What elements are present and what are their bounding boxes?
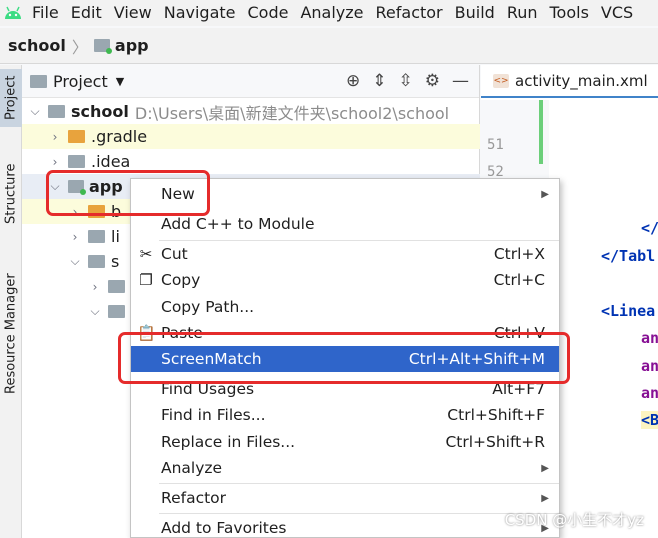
code-line[interactable]: <B <box>641 411 658 429</box>
menu-item-cut[interactable]: ✂ Cut Ctrl+X <box>131 241 559 267</box>
menu-item-label: Find in Files... <box>161 406 266 424</box>
menu-item-refactor[interactable]: Refactor ▶ <box>131 485 559 511</box>
breadcrumb-child[interactable]: app <box>115 36 149 55</box>
gear-icon[interactable]: ⚙ <box>425 71 440 91</box>
collapse-all-icon[interactable]: ⇳ <box>399 71 413 91</box>
line-number: 51 <box>487 137 504 153</box>
project-view-icon <box>30 74 47 88</box>
menu-item-label: Replace in Files... <box>161 433 296 451</box>
menu-item-label: Add C++ to Module <box>161 215 315 233</box>
breadcrumb-root[interactable]: school <box>8 36 66 55</box>
menu-item-label: Cut <box>161 245 188 263</box>
menu-edit[interactable]: Edit <box>65 0 108 26</box>
chevron-down-icon[interactable]: ⌵ <box>28 104 42 119</box>
project-view-label[interactable]: Project <box>53 72 108 91</box>
scissors-icon: ✂ <box>139 245 153 263</box>
folder-icon <box>108 305 125 318</box>
change-marker <box>539 100 543 164</box>
menu-vcs[interactable]: VCS <box>595 0 639 26</box>
chevron-right-icon[interactable]: › <box>48 130 62 144</box>
tree-item-path: D:\Users\桌面\新建文件夹\school2\school <box>134 103 450 123</box>
chevron-down-icon[interactable]: ⌵ <box>68 254 82 269</box>
tool-window-strip: Project Structure Resource Manager <box>0 65 22 538</box>
tab-activity-main[interactable]: <> activity_main.xml <box>481 65 658 98</box>
code-line[interactable]: <Linea <box>601 302 655 320</box>
watermark: CSDN @小生不才yz <box>504 511 644 529</box>
android-icon <box>0 0 26 26</box>
tree-item-school[interactable]: ⌵ school D:\Users\桌面\新建文件夹\school2\schoo… <box>22 99 480 124</box>
submenu-arrow-icon: ▶ <box>541 188 549 200</box>
copy-icon: ❐ <box>139 271 153 289</box>
annotation-box-new <box>46 170 210 216</box>
chevron-down-icon[interactable]: ▼ <box>116 75 124 88</box>
menu-item-label: Copy <box>161 271 201 289</box>
folder-icon <box>68 155 85 168</box>
folder-icon <box>88 255 105 268</box>
menu-item-copy-path[interactable]: Copy Path... <box>131 294 559 320</box>
strip-resource-manager-tab[interactable]: Resource Manager <box>0 271 22 397</box>
breadcrumb: school 〉 app <box>0 28 658 64</box>
xml-file-icon: <> <box>493 73 509 88</box>
chevron-right-icon[interactable]: › <box>68 230 82 244</box>
menu-item-copy[interactable]: ❐ Copy Ctrl+C <box>131 267 559 293</box>
tree-item-label: .idea <box>91 152 131 171</box>
menu-navigate[interactable]: Navigate <box>158 0 242 26</box>
chevron-right-icon[interactable]: › <box>48 155 62 169</box>
strip-project-tab[interactable]: Project <box>0 69 22 127</box>
menu-item-label: Analyze <box>161 459 223 477</box>
code-line[interactable]: </Tabl <box>601 247 655 265</box>
code-line[interactable]: </ <box>641 219 658 237</box>
folder-icon <box>108 280 125 293</box>
expand-all-icon[interactable]: ⇕ <box>372 71 386 91</box>
menu-item-analyze[interactable]: Analyze ▶ <box>131 455 559 481</box>
tree-item-gradle[interactable]: › .gradle <box>22 124 480 149</box>
menu-item-shortcut: Ctrl+X <box>493 245 545 263</box>
chevron-down-icon[interactable]: ⌵ <box>88 304 102 319</box>
menu-item-add-to-favorites[interactable]: Add to Favorites ▶ <box>131 515 559 538</box>
menu-build[interactable]: Build <box>449 0 501 26</box>
project-folder-icon <box>48 105 65 118</box>
menu-run[interactable]: Run <box>501 0 544 26</box>
tree-item-label: s <box>111 252 120 271</box>
tree-item-label: .gradle <box>91 127 148 146</box>
menu-separator <box>159 483 559 484</box>
menu-separator <box>159 513 559 514</box>
chevron-right-icon: 〉 <box>71 37 88 57</box>
menu-item-shortcut: Ctrl+Shift+F <box>447 406 545 424</box>
menu-item-label: Refactor <box>161 489 227 507</box>
chevron-right-icon[interactable]: › <box>88 280 102 294</box>
menu-item-replace-in-files[interactable]: Replace in Files... Ctrl+Shift+R <box>131 429 559 455</box>
tree-item-label: li <box>111 227 120 246</box>
tab-label: activity_main.xml <box>515 71 648 90</box>
module-folder-icon <box>93 39 112 54</box>
minimize-icon[interactable]: — <box>452 71 469 91</box>
menu-item-shortcut: Ctrl+Shift+R <box>445 433 545 451</box>
menu-item-label: Copy Path... <box>161 298 255 316</box>
menu-bar: File Edit View Navigate Code Analyze Ref… <box>0 0 658 26</box>
folder-icon <box>88 230 105 243</box>
submenu-arrow-icon: ▶ <box>541 492 549 504</box>
annotation-box-screenmatch <box>118 332 570 384</box>
code-line[interactable]: an <box>641 357 658 375</box>
tree-item-label: school <box>71 102 129 121</box>
locate-icon[interactable]: ⊕ <box>346 71 360 91</box>
project-panel-header: Project ▼ ⊕ ⇕ ⇳ ⚙ — <box>22 65 479 98</box>
menu-item-label: Add to Favorites <box>161 519 287 537</box>
menu-view[interactable]: View <box>108 0 158 26</box>
menu-item-find-in-files[interactable]: Find in Files... Ctrl+Shift+F <box>131 402 559 428</box>
strip-structure-tab[interactable]: Structure <box>0 161 22 227</box>
menu-tools[interactable]: Tools <box>544 0 595 26</box>
code-line[interactable]: an <box>641 329 658 347</box>
menu-refactor[interactable]: Refactor <box>370 0 449 26</box>
menu-analyze[interactable]: Analyze <box>294 0 369 26</box>
menu-code[interactable]: Code <box>242 0 295 26</box>
code-line[interactable]: an <box>641 384 658 402</box>
submenu-arrow-icon: ▶ <box>541 462 549 474</box>
folder-icon <box>68 130 85 143</box>
menu-file[interactable]: File <box>26 0 65 26</box>
menu-item-shortcut: Ctrl+C <box>493 271 545 289</box>
